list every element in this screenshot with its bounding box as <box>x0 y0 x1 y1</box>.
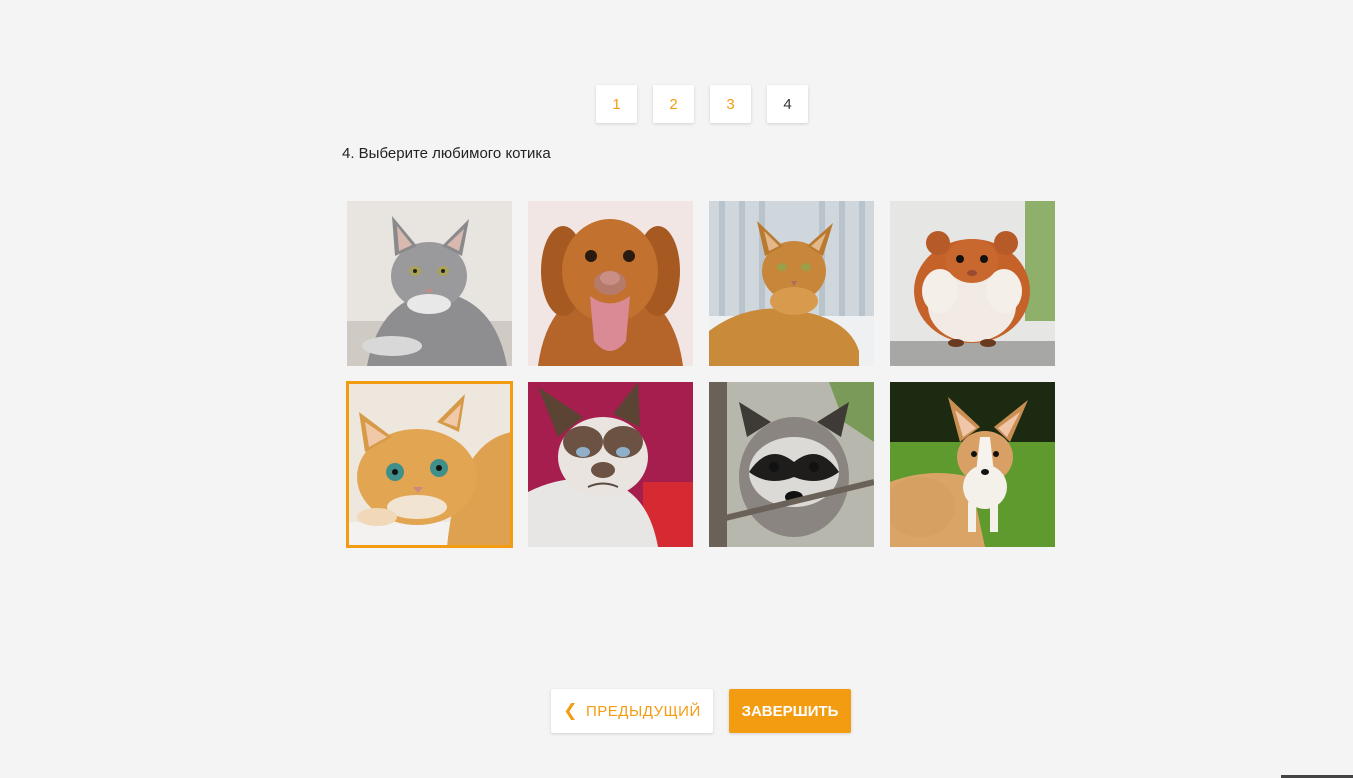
page-pager: 1 2 3 4 <box>596 85 808 123</box>
image-option-hamster[interactable] <box>890 201 1055 366</box>
image-option-ginger-abyssinian-cat[interactable] <box>709 201 874 366</box>
image-option-corgi-puppy[interactable] <box>890 382 1055 547</box>
image-option-golden-dog[interactable] <box>528 201 693 366</box>
image-choice-grid <box>346 201 1055 548</box>
question-title: 4. Выберите любимого котика <box>342 145 551 162</box>
previous-button-label: ПРЕДЫДУЩИЙ <box>586 702 701 720</box>
navigation-buttons: ❮ ПРЕДЫДУЩИЙ ЗАВЕРШИТЬ <box>551 689 851 733</box>
page-button-1[interactable]: 1 <box>596 85 637 123</box>
page-button-3[interactable]: 3 <box>710 85 751 123</box>
page-button-2[interactable]: 2 <box>653 85 694 123</box>
page-button-4-current[interactable]: 4 <box>767 85 808 123</box>
image-option-raccoon[interactable] <box>709 382 874 547</box>
finish-button[interactable]: ЗАВЕРШИТЬ <box>729 689 851 733</box>
previous-button[interactable]: ❮ ПРЕДЫДУЩИЙ <box>551 689 713 733</box>
image-option-golden-british-cat[interactable] <box>346 381 513 548</box>
chevron-left-icon: ❮ <box>563 701 579 720</box>
finish-button-label: ЗАВЕРШИТЬ <box>741 702 839 720</box>
image-option-grey-tabby-cat[interactable] <box>347 201 512 366</box>
image-option-grumpy-cat[interactable] <box>528 382 693 547</box>
